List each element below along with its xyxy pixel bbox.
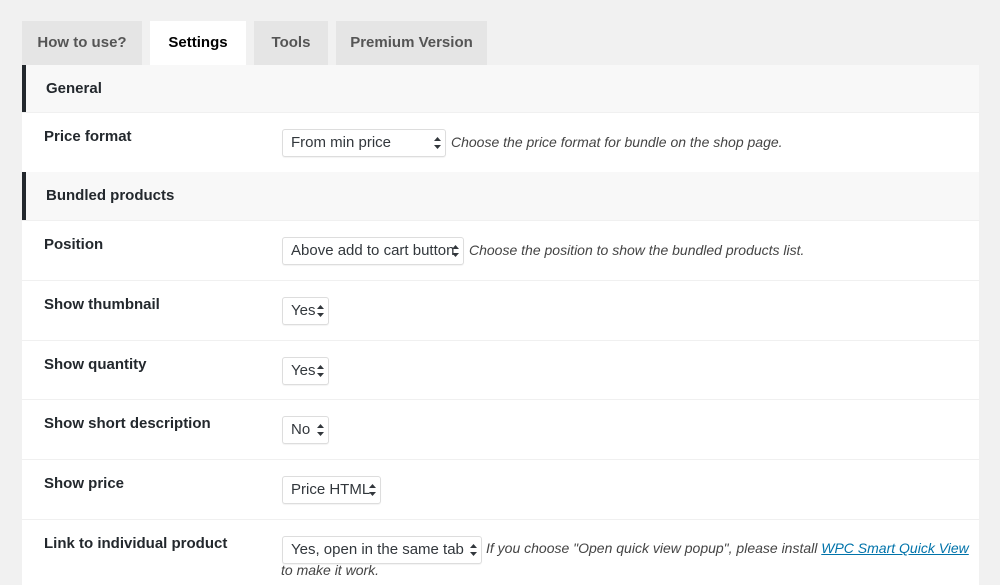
row-divider <box>22 340 979 341</box>
tab-how-to-use[interactable]: How to use? <box>22 21 142 65</box>
show-thumbnail-select[interactable]: Yes <box>282 297 329 325</box>
section-heading-bundled-products: Bundled products <box>22 172 979 220</box>
label-show-quantity: Show quantity <box>44 356 147 373</box>
row-divider <box>22 220 979 221</box>
label-show-thumbnail: Show thumbnail <box>44 296 160 313</box>
select-arrows-icon <box>452 245 459 257</box>
label-link-to-individual-product: Link to individual product <box>44 535 228 552</box>
select-arrows-icon <box>317 424 324 436</box>
show-price-select[interactable]: Price HTML <box>282 476 381 504</box>
row-divider <box>22 519 979 520</box>
show-quantity-select[interactable]: Yes <box>282 357 329 385</box>
tab-label: How to use? <box>37 34 127 51</box>
select-value: Price HTML <box>291 481 371 498</box>
select-arrows-icon <box>317 305 324 317</box>
price-format-select[interactable]: From min price <box>282 129 446 157</box>
row-divider <box>22 399 979 400</box>
select-value: Yes <box>291 302 316 319</box>
position-select[interactable]: Above add to cart button <box>282 237 464 265</box>
section-heading-general: General <box>22 65 979 113</box>
select-arrows-icon <box>434 137 441 149</box>
tab-tools[interactable]: Tools <box>254 21 328 65</box>
row-divider <box>22 112 979 113</box>
label-show-price: Show price <box>44 475 125 492</box>
select-value: Above add to cart button <box>291 242 455 259</box>
tab-label: Premium Version <box>350 34 473 51</box>
label-position: Position <box>44 236 104 253</box>
show-short-description-select[interactable]: No <box>282 416 329 444</box>
settings-panel: General Price format From min price Choo… <box>22 65 979 585</box>
select-value: No <box>291 421 311 438</box>
select-arrows-icon <box>369 484 376 496</box>
tab-premium-version[interactable]: Premium Version <box>336 21 487 65</box>
row-divider <box>22 459 979 460</box>
label-show-short-description: Show short description <box>44 415 211 432</box>
label-price-format: Price format <box>44 128 132 145</box>
position-description: Choose the position to show the bundled … <box>469 242 805 258</box>
section-title: General <box>46 80 102 97</box>
row-divider <box>22 280 979 281</box>
select-value: From min price <box>291 134 392 151</box>
tab-label: Tools <box>271 34 311 51</box>
price-format-description: Choose the price format for bundle on th… <box>451 134 783 150</box>
section-title: Bundled products <box>46 187 175 204</box>
select-value: Yes <box>291 362 316 379</box>
select-arrows-icon <box>317 365 324 377</box>
link-individual-description: If you choose "Open quick view popup", p… <box>281 537 971 581</box>
tab-label: Settings <box>168 34 228 51</box>
description-text: If you choose "Open quick view popup", p… <box>486 540 822 556</box>
tab-settings[interactable]: Settings <box>150 21 246 66</box>
wpc-smart-quick-view-link[interactable]: WPC Smart Quick View <box>821 540 969 556</box>
